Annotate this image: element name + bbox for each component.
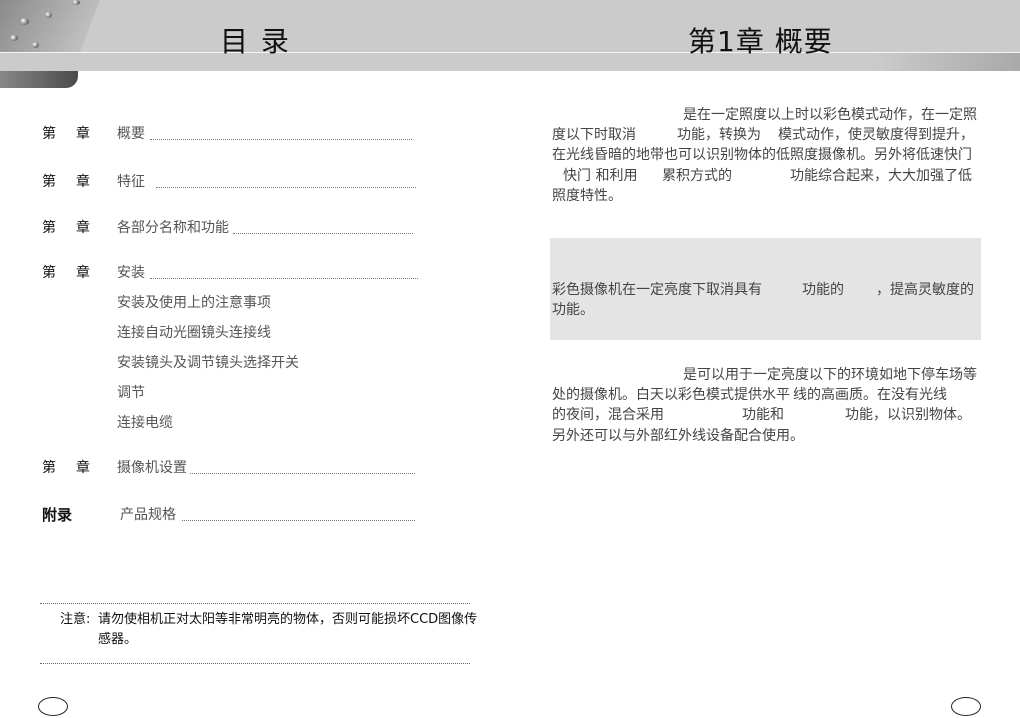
text-line: 功能综合起来，大大加强了低 — [790, 168, 972, 184]
toc-subitem[interactable]: 调节 — [117, 385, 145, 401]
toc-suffix: 章 — [76, 174, 90, 190]
toc-title-text: 各部分名称和功能 — [117, 220, 229, 236]
note-text-line2: 感器。 — [98, 632, 138, 647]
header-subband — [0, 53, 1020, 71]
toc-leader — [156, 187, 416, 188]
text-line: 线的高画质。在没有光线 — [793, 387, 947, 403]
text-line: 另外还可以与外部红外线设备配合使用。 — [552, 428, 804, 444]
text-line: 在光线昏暗的地带也可以识别物体的低照度摄像机。另外将低速快门 — [552, 147, 972, 163]
toc-subitem[interactable]: 连接自动光圈镜头连接线 — [117, 325, 271, 341]
toc-leader — [233, 233, 413, 234]
toc-leader — [150, 278, 418, 279]
toc-title-text: 产品规格 — [120, 507, 176, 523]
page-number-oval-right — [951, 697, 981, 716]
toc-suffix: 章 — [76, 460, 90, 476]
text-line: ，提高灵敏度的 — [876, 282, 974, 298]
text-line: 功能的 — [802, 282, 844, 298]
corner-tab — [0, 71, 78, 88]
note-divider-bottom — [40, 663, 470, 664]
text-line: 处的摄像机。白天以彩色模式提供水平 — [552, 387, 790, 403]
toc-subitem[interactable]: 连接电缆 — [117, 415, 173, 431]
text-line: 累积方式的 — [662, 168, 732, 184]
text-line: 功能，以识别物体。 — [845, 407, 971, 423]
text-line: 是可以用于一定亮度以下的环境如地下停车场等 — [683, 367, 977, 383]
text-line: 模式动作，使灵敏度得到提升， — [778, 127, 974, 143]
toc-prefix: 第 — [42, 460, 56, 476]
text-line: 是在一定照度以上时以彩色模式动作，在一定照 — [683, 107, 977, 123]
toc-suffix: 章 — [76, 220, 90, 236]
text-line: 功能，转换为 — [677, 127, 761, 143]
toc-subitem[interactable]: 安装镜头及调节镜头选择开关 — [117, 355, 299, 371]
chapter-title: 第1章 概要 — [688, 25, 833, 58]
header-band — [0, 0, 1020, 52]
text-line: 快门 和利用 — [563, 168, 638, 184]
toc-leader — [150, 139, 412, 140]
header-gradient — [875, 53, 1020, 71]
toc-leader — [182, 520, 415, 521]
toc-title-text: 摄像机设置 — [117, 460, 187, 476]
toc-title: 目 录 — [220, 25, 291, 58]
note-text-line1: 请勿使相机正对太阳等非常明亮的物体，否则可能损坏CCD图像传 — [98, 612, 478, 627]
toc-suffix: 章 — [76, 126, 90, 142]
toc-title-text: 特征 — [117, 174, 145, 190]
toc-prefix: 第 — [42, 174, 56, 190]
text-line: 功能和 — [742, 407, 784, 423]
toc-suffix: 章 — [76, 265, 90, 281]
toc-leader — [190, 473, 415, 474]
text-line: 彩色摄像机在一定亮度下取消具有 — [552, 282, 762, 298]
toc-title-text: 安装 — [117, 265, 145, 281]
text-line: 照度特性。 — [552, 188, 622, 204]
toc-title-text: 概要 — [117, 126, 145, 142]
toc-subitem[interactable]: 安装及使用上的注意事项 — [117, 295, 271, 311]
toc-prefix: 第 — [42, 265, 56, 281]
toc-prefix: 第 — [42, 220, 56, 236]
text-line: 的夜间，混合采用 — [552, 407, 664, 423]
note-divider-top — [40, 603, 470, 604]
note-label: 注意: — [60, 612, 91, 627]
text-line: 功能。 — [552, 302, 594, 318]
page-number-oval-left — [38, 697, 68, 716]
text-line: 度以下时取消 — [552, 127, 636, 143]
appendix-label: 附录 — [42, 506, 73, 524]
toc-prefix: 第 — [42, 126, 56, 142]
